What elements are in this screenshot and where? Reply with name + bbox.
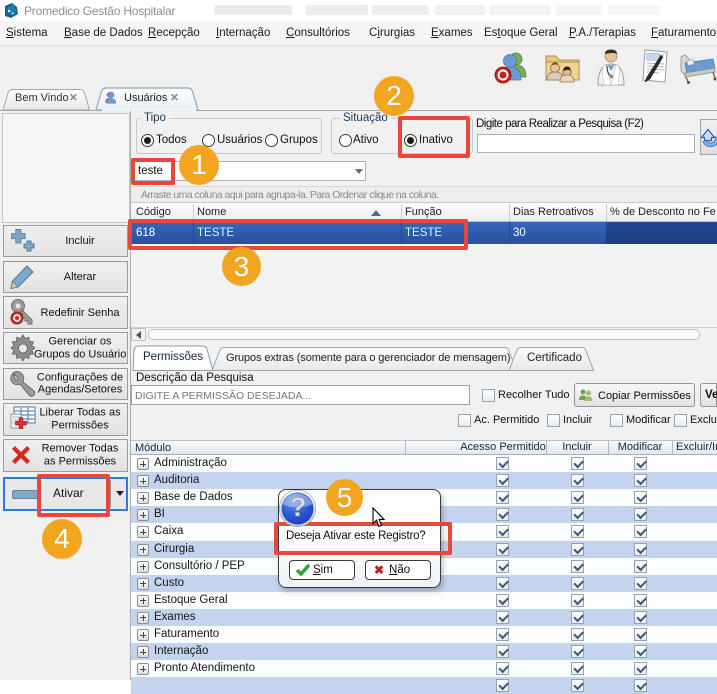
svg-text:?: ? <box>290 492 307 522</box>
